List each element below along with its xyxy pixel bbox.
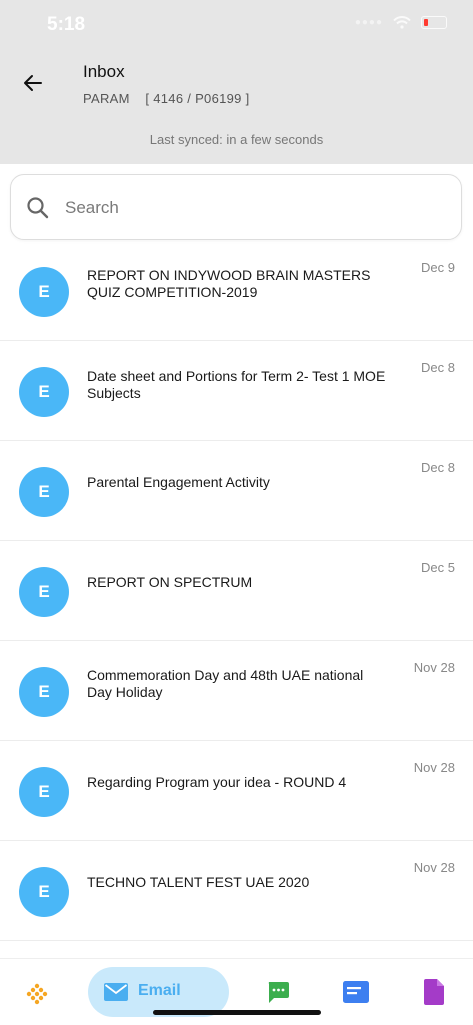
wifi-icon	[393, 16, 411, 29]
message-row[interactable]: E Regarding Program your idea - ROUND 4 …	[0, 741, 473, 841]
message-date: Nov 28	[413, 760, 455, 775]
message-list: E REPORT ON INDYWOOD BRAIN MASTERS QUIZ …	[0, 241, 473, 941]
message-row[interactable]: E Date sheet and Portions for Term 2- Te…	[0, 341, 473, 441]
sender-avatar: E	[19, 367, 69, 417]
sender-avatar: E	[19, 567, 69, 617]
sender-avatar: E	[19, 867, 69, 917]
status-icons: ●●●●	[355, 16, 447, 29]
page-title: Inbox	[83, 62, 125, 81]
message-date: Dec 5	[421, 560, 455, 575]
battery-icon	[421, 16, 447, 29]
message-row[interactable]: E REPORT ON SPECTRUM Dec 5	[0, 541, 473, 641]
home-indicator	[153, 1010, 321, 1015]
message-subject: TECHNO TALENT FEST UAE 2020	[87, 874, 310, 890]
search-icon	[27, 197, 49, 219]
sender-avatar: E	[19, 267, 69, 317]
message-date: Dec 8	[421, 360, 455, 375]
message-subject: Date sheet and Portions for Term 2- Test…	[87, 368, 386, 401]
card-icon[interactable]	[343, 981, 369, 1003]
signal-icon: ●●●●	[354, 17, 383, 28]
status-time: 5:18	[47, 14, 86, 35]
dots-grid-icon[interactable]	[26, 983, 48, 1005]
account-subtitle: PARAM [ 4146 / P06199 ]	[83, 91, 250, 106]
email-tab-label: Email	[138, 982, 181, 999]
message-date: Dec 8	[421, 460, 455, 475]
sender-avatar: E	[19, 767, 69, 817]
message-date: Dec 9	[421, 260, 455, 275]
last-synced-text: Last synced: in a few seconds	[149, 132, 324, 147]
document-icon[interactable]	[424, 979, 444, 1005]
message-row[interactable]: E Parental Engagement Activity Dec 8	[0, 441, 473, 541]
message-row[interactable]: E Commemoration Day and 48th UAE nationa…	[0, 641, 473, 741]
sender-avatar: E	[19, 667, 69, 717]
message-row[interactable]: E TECHNO TALENT FEST UAE 2020 Nov 28	[0, 841, 473, 941]
app-header: 5:18 ●●●● Inbox PARAM [ 4146 / P06199 ] …	[0, 0, 473, 164]
sender-avatar: E	[19, 467, 69, 517]
message-subject: REPORT ON INDYWOOD BRAIN MASTERS QUIZ CO…	[87, 267, 371, 300]
chat-icon[interactable]	[266, 980, 290, 1004]
message-date: Nov 28	[413, 660, 455, 675]
message-subject: Commemoration Day and 48th UAE national …	[87, 667, 364, 700]
email-icon	[104, 983, 128, 1001]
message-subject: Regarding Program your idea - ROUND 4	[87, 774, 347, 790]
back-arrow-icon[interactable]	[18, 68, 48, 98]
message-subject: REPORT ON SPECTRUM	[87, 574, 253, 590]
message-row[interactable]: E REPORT ON INDYWOOD BRAIN MASTERS QUIZ …	[0, 241, 473, 341]
search-input[interactable]	[63, 187, 447, 229]
message-date: Nov 28	[413, 860, 455, 875]
message-subject: Parental Engagement Activity	[87, 474, 270, 490]
search-box[interactable]	[10, 174, 462, 240]
